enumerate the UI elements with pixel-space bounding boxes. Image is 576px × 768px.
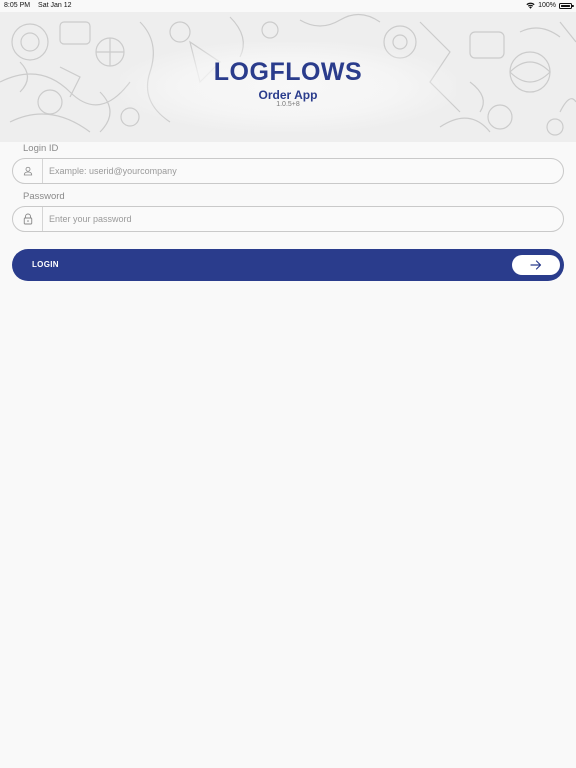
status-date: Sat Jan 12 (38, 2, 72, 9)
status-right: 100% (526, 2, 574, 9)
login-id-field[interactable] (12, 158, 564, 184)
app-logo-title: LOGFLOWS (213, 58, 363, 86)
battery-icon (559, 2, 574, 9)
login-button-label: LOGIN (32, 260, 59, 269)
battery-fill (561, 4, 570, 7)
header-fade (120, 42, 456, 132)
arrow-right-icon (530, 260, 542, 270)
login-arrow-pill[interactable] (512, 255, 560, 275)
app-version: 1.0.5+8 (276, 101, 300, 108)
login-id-input[interactable] (43, 159, 563, 183)
login-id-label: Login ID (23, 143, 59, 154)
login-button[interactable]: LOGIN (12, 249, 564, 281)
password-label: Password (23, 191, 65, 202)
status-left: 8:05 PM Sat Jan 12 (4, 2, 78, 9)
battery-percent: 100% (538, 2, 556, 9)
wifi-icon (526, 2, 535, 9)
user-icon (13, 159, 43, 183)
lock-icon (13, 207, 43, 231)
password-input[interactable] (43, 207, 563, 231)
password-field[interactable] (12, 206, 564, 232)
header-banner: LOGFLOWS Order App 1.0.5+8 (0, 12, 576, 142)
status-time: 8:05 PM (4, 2, 31, 9)
app-subtitle: Order App (258, 88, 318, 102)
status-bar: 8:05 PM Sat Jan 12 100% (0, 0, 576, 12)
